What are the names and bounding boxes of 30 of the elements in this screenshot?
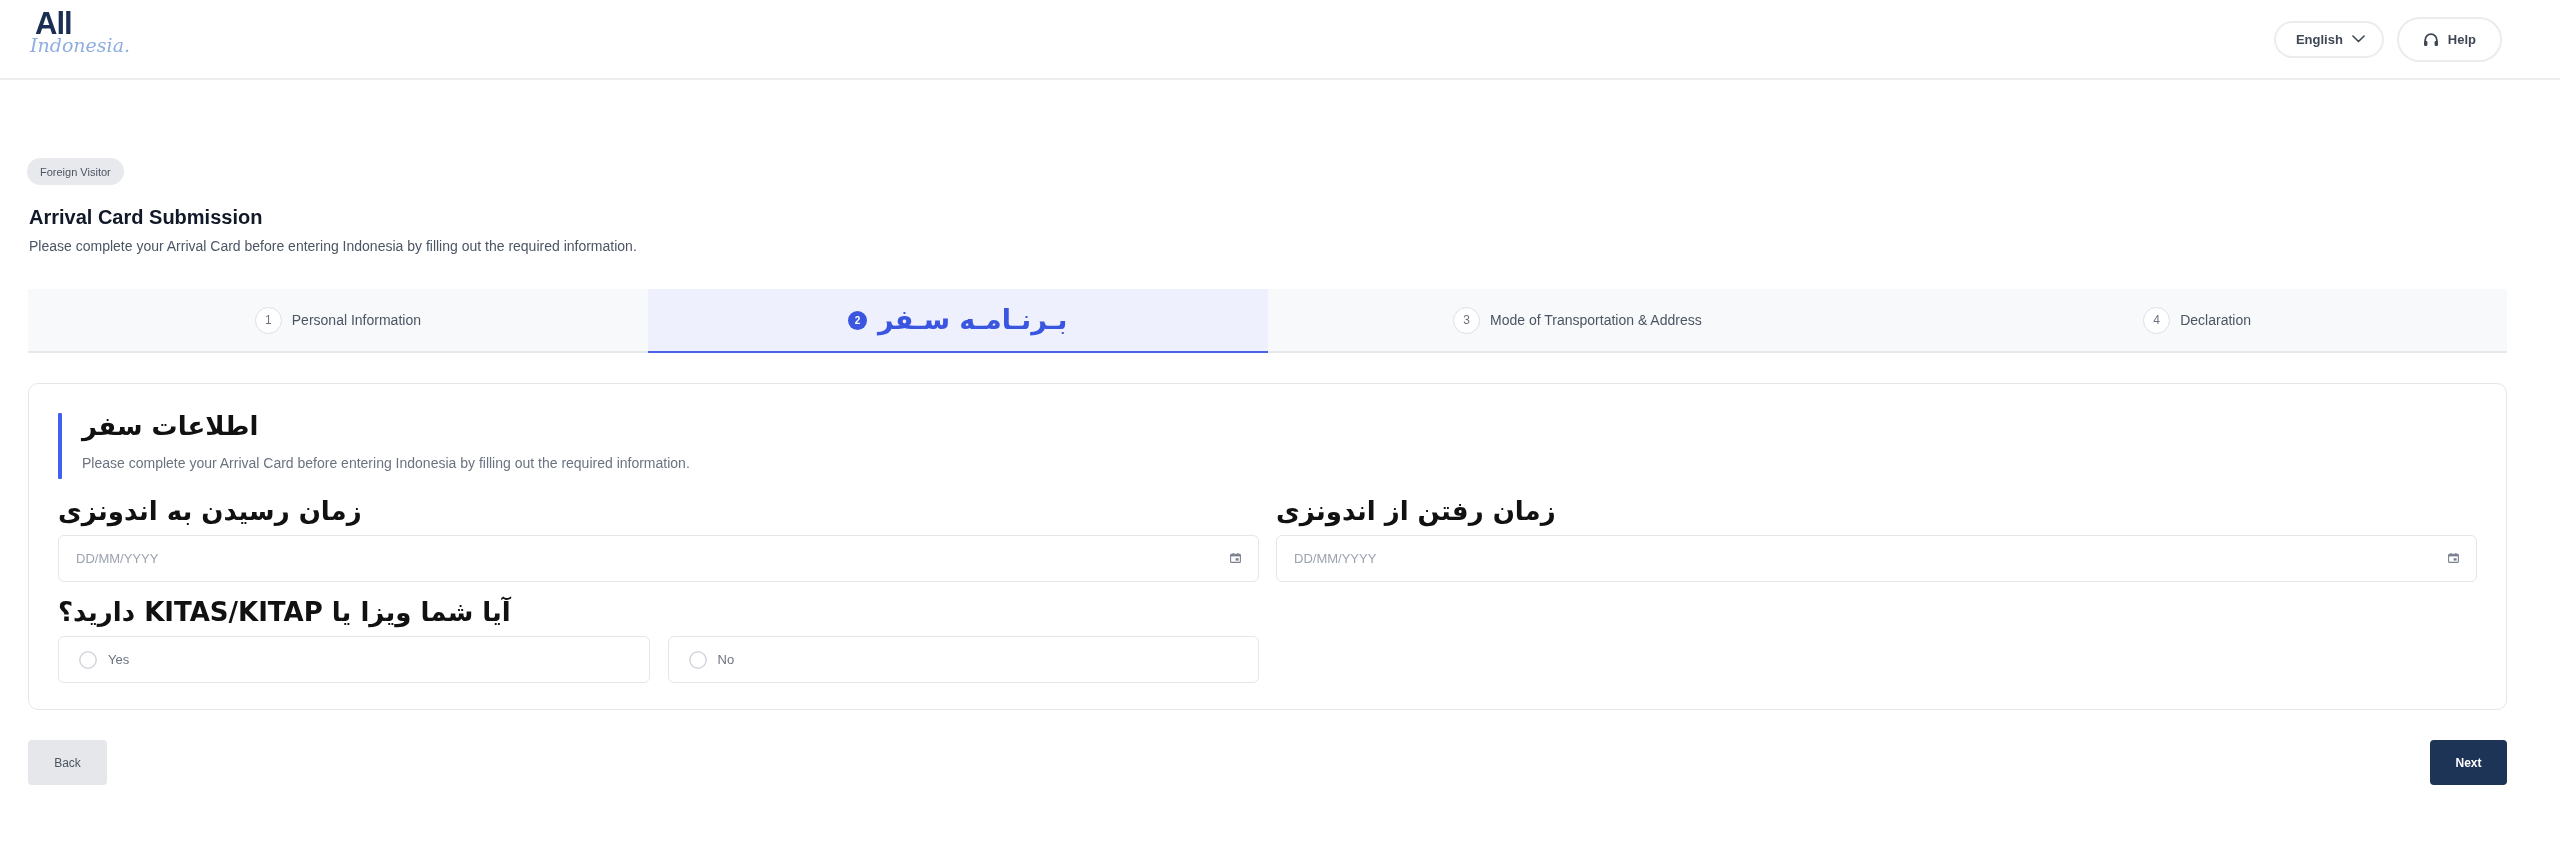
step-number: 4 (2143, 306, 2171, 334)
field-label: زمان رفتن از اندونزی (1276, 495, 1556, 527)
section-description: Please complete your Arrival Card before entering Indonesia by filling out the required information. (82, 455, 690, 471)
category-badge: Foreign Visitor (27, 158, 124, 185)
date-field[interactable]: DD/MM/YYYY (58, 535, 1259, 582)
radio-option[interactable]: Yes (58, 636, 650, 683)
back-button[interactable]: Back (28, 740, 107, 785)
page-title: Arrival Card Submission (29, 205, 263, 229)
step-number: 3 (1453, 306, 1481, 334)
headphones-icon (2422, 32, 2439, 46)
next-button[interactable]: Next (2430, 740, 2507, 785)
language-button[interactable]: English (2273, 20, 2384, 58)
app-logo[interactable]: All Indonesia. (30, 9, 131, 56)
calendar-icon (2448, 553, 2459, 563)
help-button[interactable]: Help (2396, 16, 2502, 62)
step-label: Mode of Transportation & Address (1490, 312, 1702, 328)
step-number: 1 (254, 306, 282, 334)
accent-bar (58, 413, 62, 479)
step-label: بـرنـامـه سـفر (877, 303, 1068, 337)
chevron-down-icon (2351, 35, 2365, 43)
step-label: Declaration (2180, 312, 2252, 328)
step-label: Personal Information (291, 312, 421, 328)
step-number: 2 (847, 310, 867, 330)
field-label: زمان رسیدن به اندونزی (58, 495, 362, 527)
radio-option[interactable]: No (667, 636, 1259, 683)
date-field[interactable]: DD/MM/YYYY (1276, 535, 2477, 582)
question-label: آیا شما ویزا یا KITAS/KITAP دارید؟ (58, 596, 511, 628)
section-title: اطلاعات سفر (82, 411, 259, 441)
calendar-icon (1230, 553, 1241, 563)
page-description: Please complete your Arrival Card before entering Indonesia by filling out the required information. (29, 237, 637, 255)
